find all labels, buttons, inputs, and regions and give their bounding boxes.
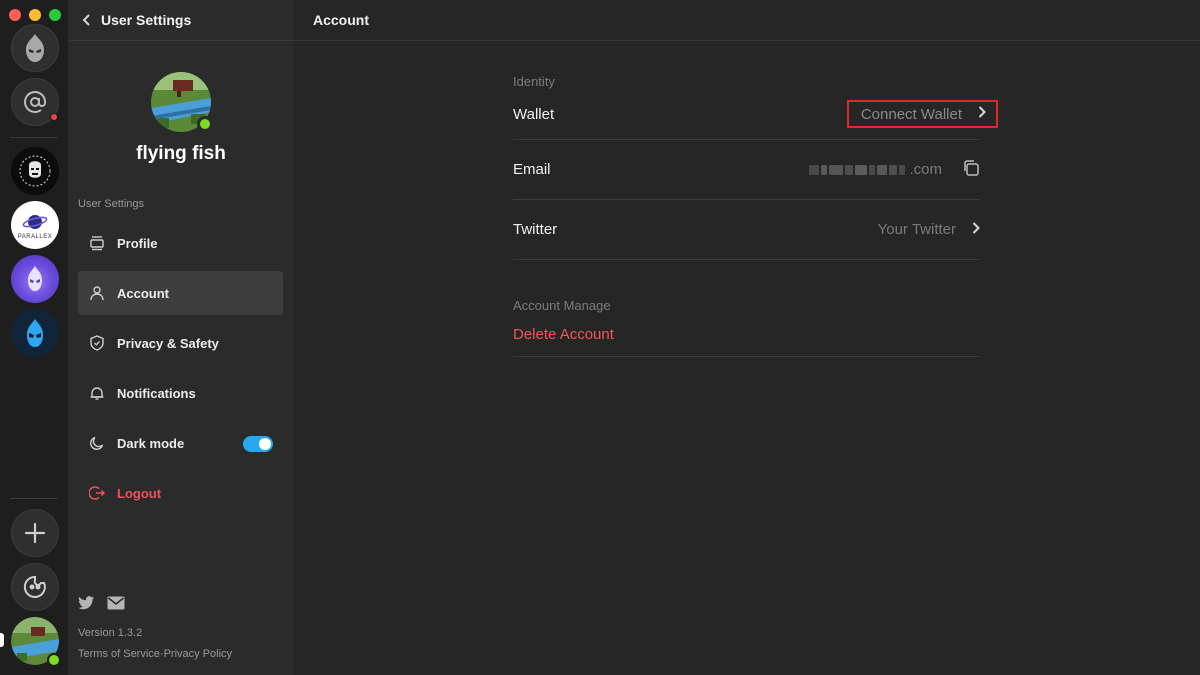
sidebar-item-label: Logout: [117, 485, 162, 501]
terms-link[interactable]: Terms of Service: [78, 648, 160, 660]
privacy-link[interactable]: Privacy Policy: [164, 648, 232, 660]
connect-wallet-button[interactable]: Connect Wallet: [846, 100, 998, 128]
purple-flame-server[interactable]: [11, 255, 59, 303]
username: flying fish: [136, 143, 226, 164]
sidebar-item-account[interactable]: Account: [78, 271, 283, 315]
sidebar-item-label: Dark mode: [117, 435, 185, 451]
app-version: Version 1.3.2: [78, 627, 143, 639]
twitter-icon[interactable]: [78, 596, 95, 615]
settings-header: User Settings: [69, 0, 293, 41]
email-label: Email: [513, 161, 551, 178]
page-title: Account: [293, 0, 1200, 41]
email-value: .com: [809, 159, 980, 181]
mail-icon[interactable]: [107, 596, 125, 615]
settings-title: User Settings: [101, 12, 192, 28]
twitter-label: Twitter: [513, 221, 558, 238]
profile-avatar[interactable]: [151, 72, 213, 132]
notification-badge: [50, 113, 58, 121]
selected-indicator: [0, 633, 4, 647]
bored-ape-server[interactable]: [11, 147, 59, 195]
twitter-placeholder: Your Twitter: [877, 221, 956, 238]
app-logo-icon[interactable]: [11, 24, 59, 72]
dark-mode-toggle[interactable]: [243, 436, 273, 452]
bell-icon: [88, 384, 106, 402]
wallet-row: Wallet Connect Wallet: [513, 89, 998, 140]
logout-icon: [88, 484, 106, 502]
back-chevron-icon[interactable]: [79, 12, 95, 28]
zoom-window-button[interactable]: [49, 9, 61, 21]
copy-icon[interactable]: [962, 159, 980, 181]
minimize-window-button[interactable]: [29, 9, 41, 21]
email-row: Email .com: [513, 140, 980, 200]
settings-menu: Profile Account Privacy & Safety Notific…: [78, 221, 283, 521]
online-status-dot: [197, 116, 213, 132]
sidebar-item-profile[interactable]: Profile: [78, 221, 283, 265]
sidebar-item-logout[interactable]: Logout: [78, 471, 283, 515]
window-controls: [9, 9, 61, 21]
user-avatar-button[interactable]: [11, 617, 61, 667]
sidebar-item-label: Profile: [117, 235, 158, 251]
parallax-server-text: PARALLEX: [17, 233, 53, 240]
twitter-row[interactable]: Twitter Your Twitter: [513, 200, 980, 260]
email-redacted: [809, 164, 906, 175]
sidebar-item-privacy[interactable]: Privacy & Safety: [78, 321, 283, 365]
sidebar-item-label: Privacy & Safety: [117, 335, 219, 351]
account-manage-section-label: Account Manage: [513, 298, 611, 313]
moon-icon: [88, 434, 106, 452]
social-links: [78, 596, 125, 615]
wallet-label: Wallet: [513, 105, 555, 123]
add-server-icon[interactable]: [11, 509, 59, 557]
person-icon: [88, 284, 106, 302]
section-label: User Settings: [78, 198, 145, 210]
sidebar-item-label: Account: [117, 285, 169, 301]
account-content: Identity Wallet Connect Wallet Email .co…: [513, 41, 998, 357]
rail-divider: [10, 137, 58, 138]
email-domain-suffix: .com: [909, 161, 942, 178]
server-rail: PARALLEX: [0, 0, 69, 675]
parallax-server[interactable]: PARALLEX: [11, 201, 59, 249]
blue-flame-server[interactable]: [11, 309, 59, 357]
explore-icon[interactable]: [11, 563, 59, 611]
rail-divider: [10, 498, 58, 499]
mentions-icon[interactable]: [11, 78, 59, 126]
settings-sidebar: User Settings flying fish User Settings: [69, 0, 293, 675]
connect-wallet-text: Connect Wallet: [860, 105, 962, 123]
profile-card-icon: [88, 234, 106, 252]
twitter-value: Your Twitter: [878, 221, 980, 238]
close-window-button[interactable]: [9, 9, 21, 21]
chevron-right-icon: [978, 105, 986, 123]
sidebar-item-dark-mode: Dark mode: [78, 421, 283, 465]
online-status-dot: [47, 653, 61, 667]
chevron-right-icon: [972, 221, 980, 238]
main-panel: Account Identity Wallet Connect Wallet E…: [293, 0, 1200, 675]
shield-icon: [88, 334, 106, 352]
sidebar-item-notifications[interactable]: Notifications: [78, 371, 283, 415]
identity-section-label: Identity: [513, 74, 555, 89]
sidebar-item-label: Notifications: [117, 385, 196, 401]
delete-account-button[interactable]: Delete Account: [513, 313, 980, 357]
footer-links: Terms of Service·Privacy Policy: [78, 648, 232, 660]
